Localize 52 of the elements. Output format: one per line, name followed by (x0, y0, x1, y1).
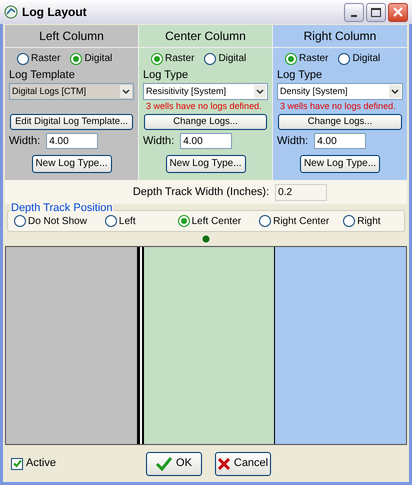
radio-button[interactable]: Digital (70, 51, 112, 66)
button[interactable]: New Log Type... (32, 154, 112, 172)
button[interactable]: Change Logs... (278, 114, 402, 130)
depth-width-label: Depth Track Width (Inches): (132, 184, 270, 200)
width-field[interactable]: 4.00 (314, 133, 366, 150)
radio-button[interactable]: Digital (338, 51, 380, 66)
field-label: Log Type (277, 68, 324, 83)
button[interactable]: New Log Type... (300, 154, 380, 172)
column-header: Right Column (273, 25, 407, 48)
radio-button[interactable]: Raster (285, 51, 328, 66)
button[interactable]: Edit Digital Log Template... (10, 114, 133, 130)
column-header: Center Column (139, 25, 272, 48)
maximize-button[interactable] (366, 2, 386, 22)
dropdown[interactable]: Density [System] (277, 83, 403, 100)
cancel-button[interactable]: Cancel (215, 452, 271, 476)
width-label: Width: (277, 134, 308, 149)
button[interactable]: Change Logs... (144, 114, 267, 130)
x-icon (218, 458, 230, 470)
radio-button[interactable]: Do Not Show (14, 214, 87, 228)
depth-track-marker-icon (202, 235, 210, 243)
ok-button[interactable]: OK (146, 452, 202, 476)
close-button[interactable] (388, 2, 408, 22)
window-title: Log Layout (22, 4, 87, 21)
chevron-down-icon (254, 85, 266, 98)
dropdown[interactable]: Resisitivity [System] (143, 83, 268, 100)
radio-button[interactable]: Digital (204, 51, 246, 66)
width-field[interactable]: 4.00 (180, 133, 232, 150)
depth-width-field[interactable]: 0.2 (275, 184, 328, 200)
checkmark-icon (12, 459, 22, 468)
width-field[interactable]: 4.00 (46, 133, 98, 150)
radio-button[interactable]: Right Center (259, 214, 330, 228)
width-label: Width: (9, 134, 40, 149)
radio-button[interactable]: Raster (151, 51, 194, 66)
chevron-down-icon (120, 85, 132, 98)
radio-button[interactable]: Left Center (178, 214, 242, 228)
column-header: Left Column (5, 25, 138, 48)
radio-button[interactable]: Raster (17, 51, 60, 66)
chevron-down-icon (389, 85, 401, 98)
button[interactable]: New Log Type... (166, 154, 246, 172)
close-icon (393, 7, 403, 17)
warning-text: 3 wells have no logs defined. (280, 100, 396, 114)
radio-button[interactable]: Right (343, 214, 381, 228)
width-label: Width: (143, 134, 174, 149)
group-title: Depth Track Position (11, 202, 112, 214)
field-label: Log Template (9, 68, 76, 83)
radio-button[interactable]: Left (104, 214, 136, 228)
warning-text: 3 wells have no logs defined. (146, 100, 262, 114)
checkmark-icon (156, 456, 172, 470)
active-checkbox[interactable]: Active (11, 455, 56, 472)
minimize-button[interactable] (344, 2, 364, 22)
app-icon (4, 5, 18, 19)
field-label: Log Type (143, 68, 190, 83)
